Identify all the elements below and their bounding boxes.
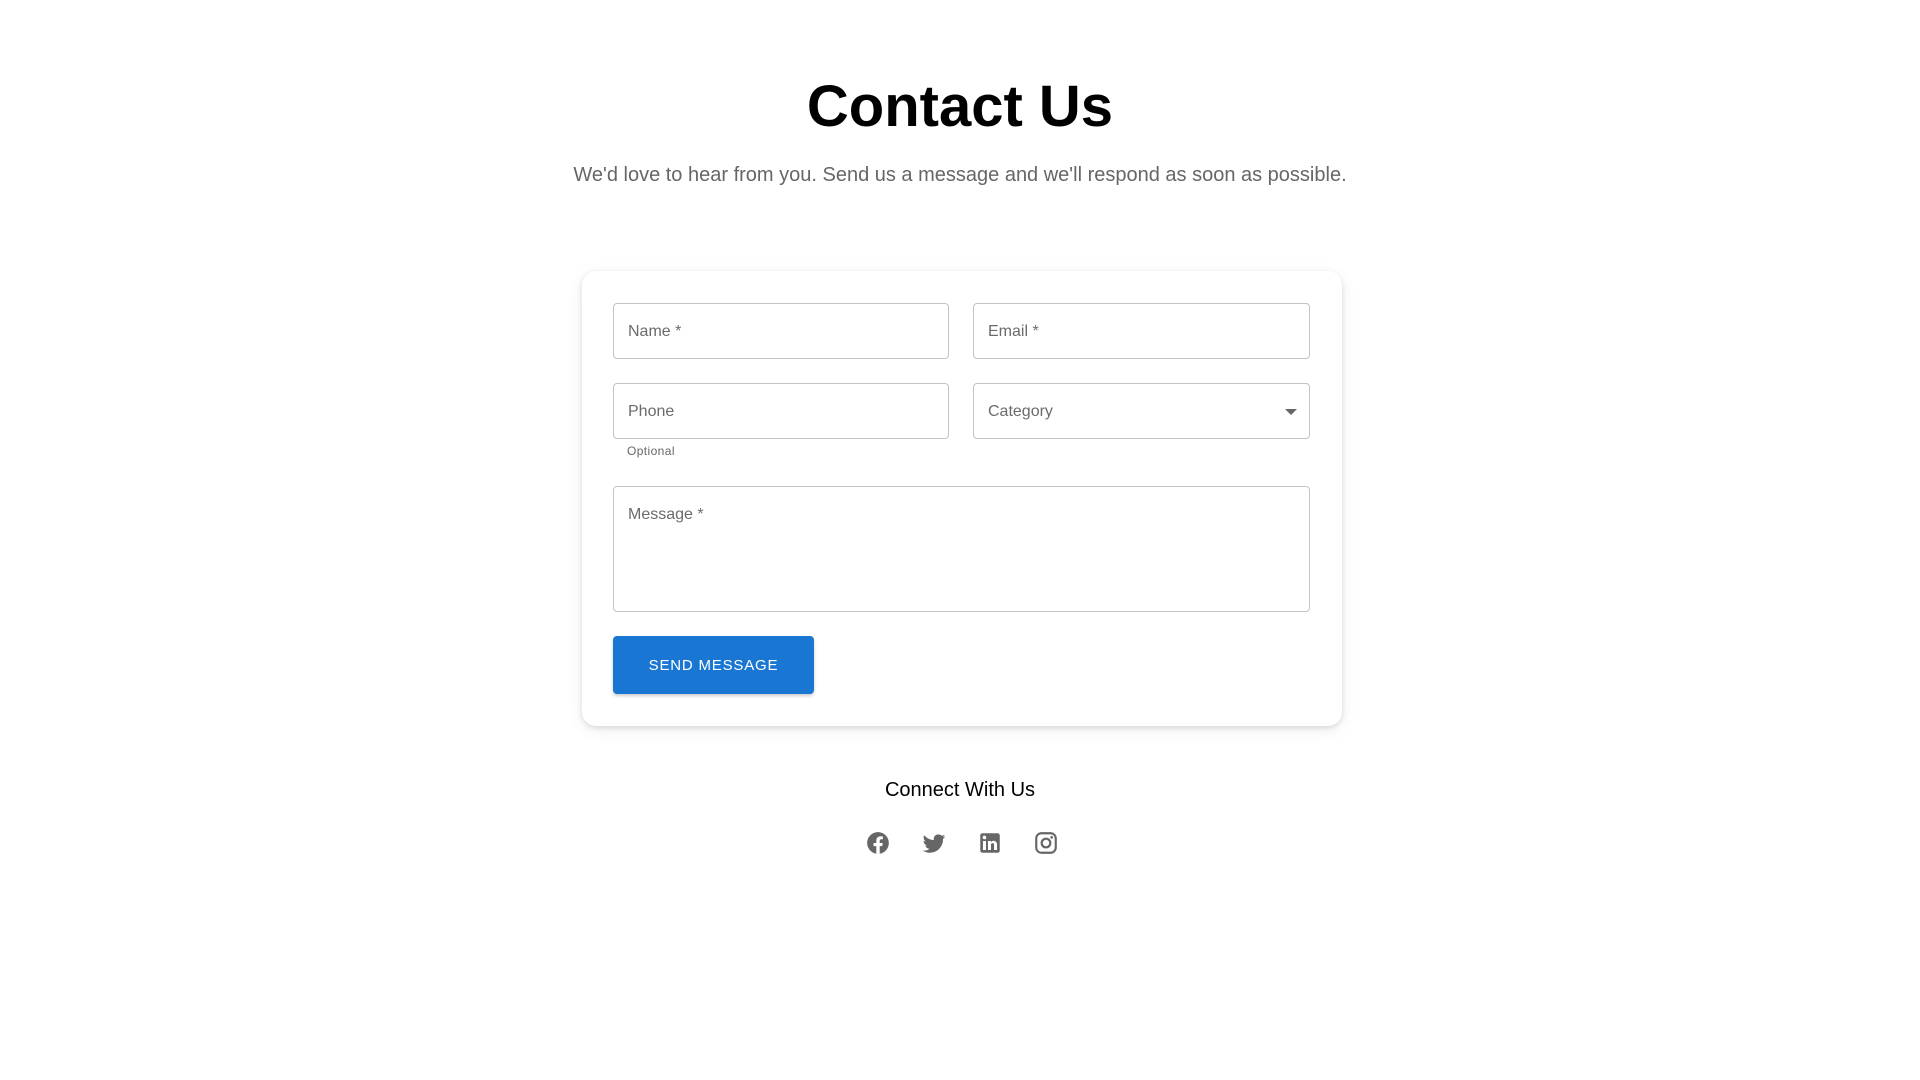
social-links (865, 830, 1061, 856)
twitter-icon[interactable] (921, 830, 947, 856)
email-field-label: Email * (988, 323, 1039, 340)
category-select-label: Category (988, 403, 1053, 420)
email-field[interactable]: Email * (973, 303, 1310, 359)
page-title: Contact Us (806, 74, 1114, 139)
name-field-label: Name * (628, 323, 682, 340)
phone-field[interactable]: Phone (613, 383, 949, 439)
chevron-down-icon (1285, 409, 1297, 415)
message-textarea-label: Message * (628, 506, 704, 523)
page-subtitle: We'd love to hear from you. Send us a me… (573, 164, 1347, 186)
name-field[interactable]: Name * (613, 303, 949, 359)
send-message-button[interactable]: SEND MESSAGE (613, 636, 814, 694)
linkedin-icon[interactable] (977, 830, 1003, 856)
connect-heading: Connect With Us (884, 779, 1036, 801)
contact-page: Contact Us We'd love to hear from you. S… (0, 0, 1920, 1080)
phone-helper-text: Optional (627, 444, 675, 458)
message-textarea[interactable]: Message * (613, 486, 1310, 612)
facebook-icon[interactable] (865, 830, 891, 856)
phone-field-label: Phone (628, 403, 675, 420)
contact-form-card: Name * Email * Phone Optional Category M… (582, 271, 1342, 726)
category-select[interactable]: Category (973, 383, 1310, 439)
instagram-icon[interactable] (1033, 830, 1059, 856)
